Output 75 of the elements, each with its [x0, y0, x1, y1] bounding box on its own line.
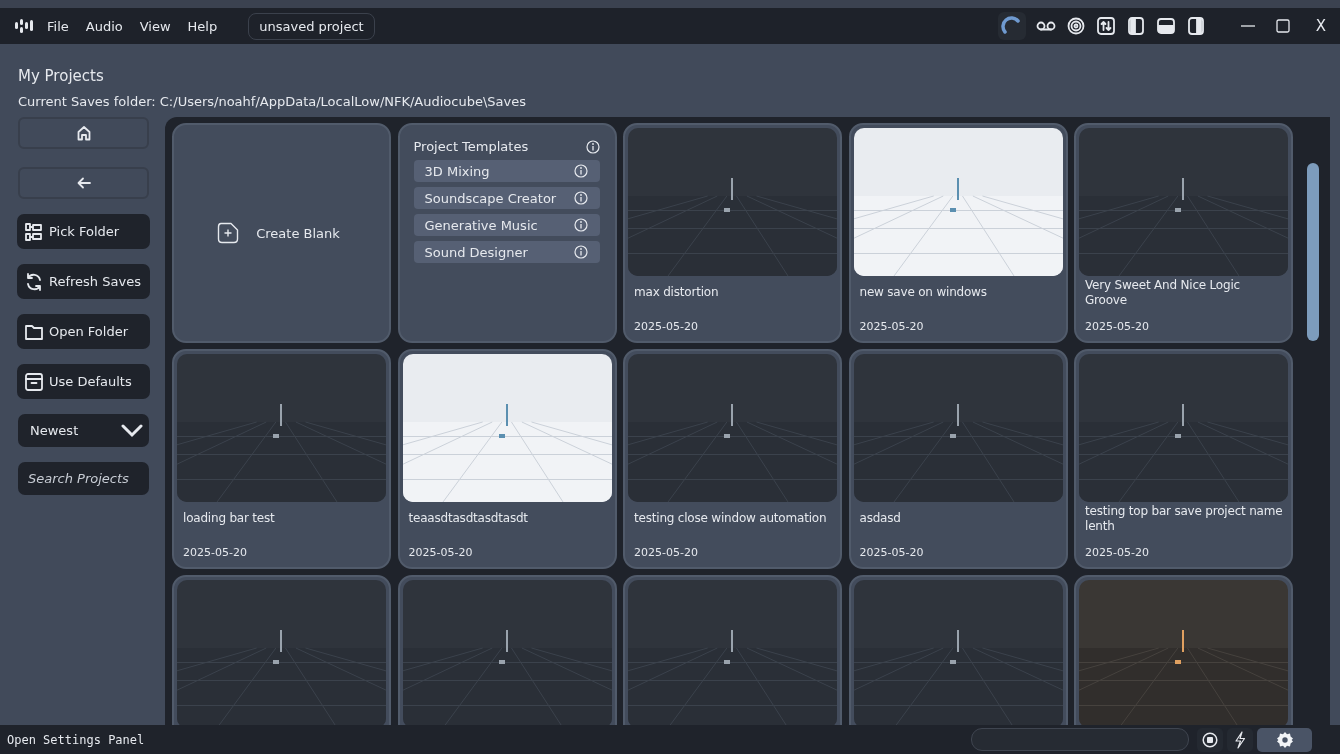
logo-icon — [15, 19, 33, 33]
template-item[interactable]: Soundscape Creator — [413, 187, 600, 209]
maximize-icon[interactable] — [1275, 19, 1290, 33]
target-icon[interactable] — [1065, 16, 1086, 36]
stop-button[interactable] — [1197, 727, 1223, 752]
home-icon — [75, 125, 92, 141]
stop-icon — [1202, 731, 1218, 748]
project-date: 2025-05-20 — [407, 546, 474, 559]
folder-tree-icon — [24, 221, 44, 242]
project-card[interactable]: asdasd 2025-05-20 — [848, 349, 1068, 569]
template-item[interactable]: Generative Music — [413, 214, 600, 236]
project-card[interactable]: testing close window automation 2025-05-20 — [623, 349, 842, 569]
chevron-down-icon — [121, 423, 143, 438]
project-card[interactable]: new save on windows 2025-05-20 — [848, 123, 1068, 343]
sort-dropdown[interactable]: Newest — [18, 414, 149, 447]
settings-icon — [1275, 730, 1294, 749]
saves-folder-path: Current Saves folder: C:/Users/noahf/AppData/LocalLow/NFK/Audiocube\Saves — [18, 94, 527, 109]
project-card[interactable]: loading bar test 2025-05-20 — [172, 349, 391, 569]
template-item[interactable]: 3D Mixing — [413, 160, 600, 182]
menu-item[interactable]: File — [47, 18, 69, 34]
template-item[interactable]: Sound Designer — [413, 241, 600, 263]
project-card[interactable]: Very Sweet And Nice Logic Groove 2025-05-20 — [1074, 123, 1293, 343]
new-file-icon — [217, 222, 240, 244]
page-title: My Projects — [18, 67, 105, 85]
project-date: 2025-05-20 — [633, 320, 699, 333]
project-name-field[interactable]: unsaved project — [248, 12, 375, 40]
bottom-panel-icon[interactable] — [1155, 16, 1176, 36]
menu-item[interactable]: View — [139, 18, 171, 34]
settings-button[interactable] — [1257, 727, 1312, 752]
project-name: Very Sweet And Nice Logic Groove — [1084, 278, 1241, 308]
info-icon — [573, 218, 588, 232]
sliders-icon[interactable] — [1095, 16, 1116, 36]
archive-icon — [24, 371, 44, 392]
scrollbar-thumb[interactable] — [1307, 163, 1319, 341]
project-date: 2025-05-20 — [633, 546, 699, 559]
project-name: teaasdtasdtasdtasdt — [407, 511, 529, 527]
menu-item[interactable]: Audio — [85, 18, 123, 34]
project-date: 2025-05-20 — [182, 546, 248, 559]
menu-item[interactable]: Help — [187, 18, 218, 34]
search-field[interactable]: Search Projects — [18, 462, 149, 495]
project-date: 2025-05-20 — [1084, 320, 1150, 333]
project-card[interactable]: max distortion 2025-05-20 — [623, 123, 842, 343]
sidebar-button[interactable]: Open Folder — [17, 314, 150, 349]
sidebar-button[interactable]: Pick Folder — [17, 214, 150, 249]
left-panel-icon[interactable] — [1125, 16, 1146, 36]
right-panel-icon[interactable] — [1185, 16, 1206, 36]
info-icon — [585, 139, 600, 154]
loading-button[interactable] — [997, 12, 1026, 40]
info-icon — [573, 191, 588, 205]
info-icon — [573, 164, 588, 178]
info-icon — [573, 245, 588, 259]
project-name: testing close window automation — [633, 511, 828, 527]
spinner-icon — [1000, 15, 1023, 37]
project-name: asdasd — [858, 511, 902, 527]
project-name: new save on windows — [858, 285, 988, 301]
project-name: testing top bar save project name lenth — [1084, 504, 1284, 534]
project-name: max distortion — [633, 285, 720, 301]
project-card[interactable]: teaasdtasdtasdtasdt 2025-05-20 — [397, 349, 617, 569]
bolt-button[interactable] — [1227, 727, 1253, 752]
status-hint: Open Settings Panel — [7, 732, 145, 747]
refresh-icon — [24, 271, 44, 292]
create-blank-button[interactable]: Create Blank — [172, 123, 391, 343]
back-arrow-icon — [76, 177, 91, 189]
lightning-icon — [1234, 730, 1246, 749]
home-button[interactable] — [18, 117, 149, 149]
templates-title: Project Templates — [413, 139, 529, 154]
close-button[interactable]: X — [1315, 17, 1326, 35]
sidebar-button[interactable]: Use Defaults — [17, 364, 150, 399]
project-date: 2025-05-20 — [858, 546, 925, 559]
project-card[interactable]: testing top bar save project name lenth 2025-05-20 — [1074, 349, 1293, 569]
project-name: loading bar test — [182, 511, 276, 527]
project-date: 2025-05-20 — [858, 320, 925, 333]
project-date: 2025-05-20 — [1084, 546, 1150, 559]
sidebar-button[interactable]: Refresh Saves — [17, 264, 150, 299]
create-blank-label: Create Blank — [256, 225, 340, 241]
